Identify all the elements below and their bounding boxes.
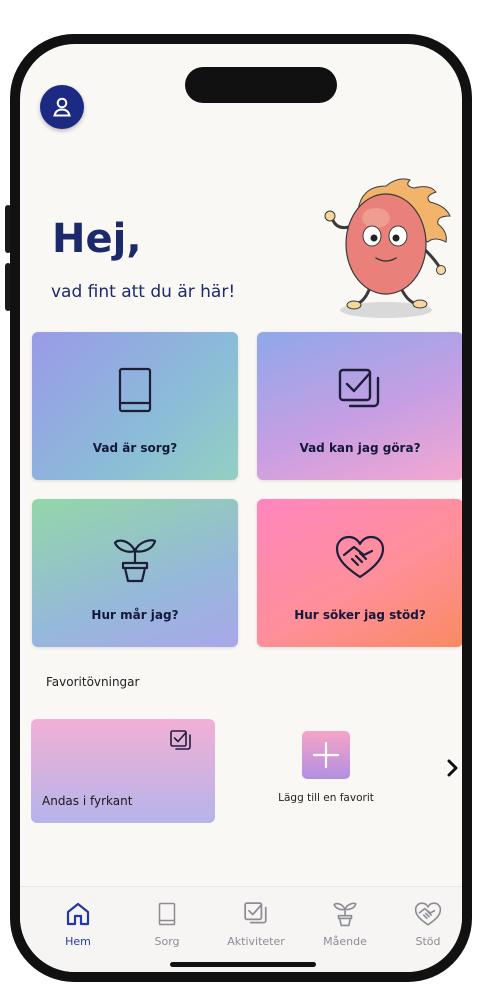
tab-label: Sorg: [154, 935, 180, 948]
tab-label: Stöd: [415, 935, 441, 948]
tab-maende[interactable]: Mående: [305, 899, 385, 948]
chevron-right-icon: [447, 759, 458, 777]
tab-label: Hem: [65, 935, 91, 948]
card-vad-kan-jag-gora[interactable]: Vad kan jag göra?: [257, 332, 462, 480]
book-icon: [118, 367, 152, 413]
tab-label: Mående: [323, 935, 367, 948]
heart-handshake-icon: [414, 902, 442, 926]
card-hur-soker-jag-stod[interactable]: Hur söker jag stöd?: [257, 499, 462, 647]
card-hur-mar-jag[interactable]: Hur mår jag?: [32, 499, 238, 647]
card-vad-ar-sorg[interactable]: Vad är sorg?: [32, 332, 238, 480]
favorite-card-andas-i-fyrkant[interactable]: Andas i fyrkant: [31, 719, 215, 823]
card-label: Vad kan jag göra?: [299, 441, 421, 455]
book-icon: [158, 902, 176, 926]
tab-sorg[interactable]: Sorg: [127, 899, 207, 948]
tab-stod[interactable]: Stöd: [388, 899, 462, 948]
tab-hem[interactable]: Hem: [38, 899, 118, 948]
tab-label: Aktiviteter: [227, 935, 285, 948]
tab-aktiviteter[interactable]: Aktiviteter: [216, 899, 296, 948]
checkbox-stack-icon: [338, 368, 380, 408]
user-icon: [53, 97, 71, 117]
profile-button[interactable]: [40, 85, 84, 129]
greeting-title: Hej,: [52, 216, 142, 262]
plant-icon: [333, 902, 357, 927]
add-favorite-button[interactable]: [302, 731, 350, 779]
favorite-label: Andas i fyrkant: [42, 794, 133, 808]
checkbox-stack-icon: [244, 902, 267, 924]
dynamic-island: [185, 67, 337, 103]
tab-bar: Hem Sorg Aktiviteter Mående Stöd: [20, 886, 462, 972]
favorites-title: Favoritövningar: [46, 675, 140, 689]
checkbox-stack-icon: [170, 730, 191, 750]
card-label: Hur söker jag stöd?: [294, 608, 426, 622]
plus-icon: [312, 741, 340, 769]
phone-frame: Hej, vad fint att du är här! Vad är sorg…: [10, 34, 472, 982]
plant-icon: [113, 539, 157, 583]
mascot-illustration: [324, 178, 451, 318]
next-arrow-button[interactable]: [446, 758, 460, 782]
screen: Hej, vad fint att du är här! Vad är sorg…: [20, 44, 462, 972]
card-label: Vad är sorg?: [92, 441, 178, 455]
add-favorite-label: Lägg till en favorit: [278, 792, 374, 804]
home-indicator[interactable]: [170, 962, 316, 967]
card-label: Hur mår jag?: [91, 608, 179, 622]
greeting-subtitle: vad fint att du är här!: [51, 282, 236, 302]
heart-handshake-icon: [335, 535, 385, 579]
home-icon: [66, 902, 90, 926]
